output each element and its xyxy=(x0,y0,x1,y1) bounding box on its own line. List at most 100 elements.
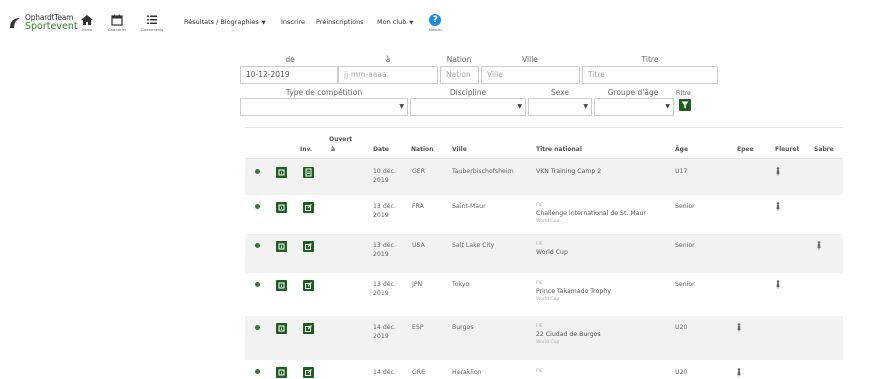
document-button[interactable] xyxy=(303,167,314,178)
sabre-icon xyxy=(817,241,821,251)
table-row[interactable]: 10 déc. 2019 GER Tauberbischofsheim VKN T… xyxy=(245,159,843,195)
row-title[interactable]: FIE Challenge International de St. Maur … xyxy=(536,202,646,225)
edit-button[interactable] xyxy=(303,280,314,291)
row-age: U17 xyxy=(675,168,688,175)
row-ville: Saint-Maur xyxy=(452,203,486,210)
filter-discipline-label: Discipline xyxy=(449,88,487,97)
edit-icon xyxy=(305,282,312,289)
status-dot xyxy=(255,169,260,174)
row-title[interactable]: VKN Training Camp 2 xyxy=(536,167,601,176)
list-icon xyxy=(147,15,158,24)
col-titre: Titre national xyxy=(536,146,582,153)
nav-calendar-label: Calendrier xyxy=(108,28,127,32)
row-age: U20 xyxy=(675,324,688,331)
info-square-icon xyxy=(278,169,285,176)
view-button[interactable] xyxy=(276,367,287,378)
row-title-fie: FIE xyxy=(536,242,543,247)
row-date-day: 14 déc. xyxy=(373,324,396,331)
nav-home[interactable]: Home xyxy=(80,14,94,32)
row-date-day: 13 déc. xyxy=(373,242,396,249)
nav-rankings-label: Classements xyxy=(141,28,164,32)
calendar-icon xyxy=(111,14,123,26)
ville-field[interactable]: Ville xyxy=(481,66,580,84)
row-date: 14 déc. 2019 xyxy=(373,323,396,341)
table-row[interactable]: 13 déc. 2019 FRA Saint-Maur FIE Challenge… xyxy=(245,195,843,234)
row-title-fie: FIE xyxy=(536,203,543,208)
nav-rankings[interactable]: Classements xyxy=(141,14,163,32)
filter-nation-label: Nation xyxy=(446,55,472,64)
edit-button[interactable] xyxy=(303,202,314,213)
menu-inscrire[interactable]: Inscrire xyxy=(281,18,305,26)
nation-field[interactable]: Nation xyxy=(440,66,479,84)
row-title[interactable]: FIE xyxy=(536,368,543,375)
row-title-main: 22 Ciudad de Burgos xyxy=(536,331,601,338)
row-age: U20 xyxy=(675,369,688,376)
menu-results-label: Résultats / Biographies xyxy=(184,18,259,26)
brand-logo[interactable]: OphardtTeam Sportevent xyxy=(8,14,78,31)
row-date: 13 déc. 2019 xyxy=(373,280,396,298)
fleuret-icon xyxy=(776,280,780,290)
row-date-year: 2019 xyxy=(373,251,389,258)
table-row[interactable]: 14 déc. GRE Heraklion FIE U20 xyxy=(245,360,843,379)
type-select[interactable]: ▼ xyxy=(240,98,408,116)
filter-de-label: de xyxy=(285,55,295,64)
row-title-sub: World Cup xyxy=(536,297,560,302)
help-manual[interactable]: ? Manuel xyxy=(429,14,442,32)
menu-preinscriptions-label: Préinscriptions xyxy=(316,18,364,26)
status-dot xyxy=(255,282,260,287)
info-square-icon xyxy=(278,204,285,211)
menu-preinscriptions[interactable]: Préinscriptions xyxy=(316,18,364,26)
row-title[interactable]: FIE Prince Takamado Trophy World Cup xyxy=(536,280,611,303)
row-title[interactable]: FIE 22 Ciudad de Burgos World Cup xyxy=(536,323,601,346)
row-date-day: 13 déc. xyxy=(373,281,396,288)
status-dot xyxy=(255,204,260,209)
home-icon xyxy=(81,15,93,25)
titre-field[interactable]: Titre xyxy=(582,66,718,84)
row-title[interactable]: FIE World Cup xyxy=(536,241,568,257)
row-title-main: World Cup xyxy=(536,249,568,256)
filter-age-label: Groupe d'âge xyxy=(607,88,659,97)
edit-button[interactable] xyxy=(303,367,314,378)
sexe-select[interactable]: ▼ xyxy=(528,98,592,116)
date-from-field[interactable]: 10-12-2019 xyxy=(240,66,338,84)
help-label: Manuel xyxy=(429,28,442,32)
chevron-down-icon: ▼ xyxy=(261,20,266,26)
row-nation: JPN xyxy=(412,281,423,288)
epee-icon xyxy=(737,323,741,333)
edit-button[interactable] xyxy=(303,241,314,252)
row-date-year: 2019 xyxy=(373,290,389,297)
discipline-select[interactable]: ▼ xyxy=(410,98,526,116)
info-square-icon xyxy=(278,282,285,289)
nav-calendar[interactable]: Calendrier xyxy=(108,14,126,32)
epee-icon xyxy=(737,368,741,378)
date-to-field[interactable]: jj-mm-aaaa xyxy=(338,66,438,84)
view-button[interactable] xyxy=(276,241,287,252)
chevron-down-icon: ▼ xyxy=(583,103,588,110)
table-row[interactable]: 13 déc. 2019 USA Salt Lake City FIE World… xyxy=(245,234,843,273)
view-button[interactable] xyxy=(276,167,287,178)
table-row[interactable]: 13 déc. 2019 JPN Tokyo FIE Prince Takamad… xyxy=(245,273,843,316)
nav-home-label: Home xyxy=(81,28,93,32)
filter-icon xyxy=(681,101,689,109)
edit-button[interactable] xyxy=(303,323,314,334)
row-title-main: Prince Takamado Trophy xyxy=(536,288,611,295)
view-button[interactable] xyxy=(276,323,287,334)
menu-results[interactable]: Résultats / Biographies ▼ xyxy=(184,18,266,26)
filter-type-label: Type de compétition xyxy=(285,88,363,97)
brand-line-2: Sportevent xyxy=(25,20,78,32)
view-button[interactable] xyxy=(276,280,287,291)
age-select[interactable]: ▼ xyxy=(594,98,674,116)
edit-icon xyxy=(305,369,312,376)
row-ville: Heraklion xyxy=(452,369,482,376)
row-date: 13 déc. 2019 xyxy=(373,202,396,220)
row-ville: Tauberbischofsheim xyxy=(452,168,514,175)
filter-ville-label: Ville xyxy=(522,55,538,64)
view-button[interactable] xyxy=(276,202,287,213)
menu-mon-club[interactable]: Mon club ▼ xyxy=(377,18,413,26)
col-age: Âge xyxy=(675,146,689,153)
col-sabre: Sabre xyxy=(814,146,834,153)
table-row[interactable]: 14 déc. 2019 ESP Burgos FIE 22 Ciudad de … xyxy=(245,316,843,360)
filter-button[interactable] xyxy=(679,99,691,111)
col-date: Date xyxy=(373,146,389,153)
col-fleuret: Fleuret xyxy=(775,146,800,153)
